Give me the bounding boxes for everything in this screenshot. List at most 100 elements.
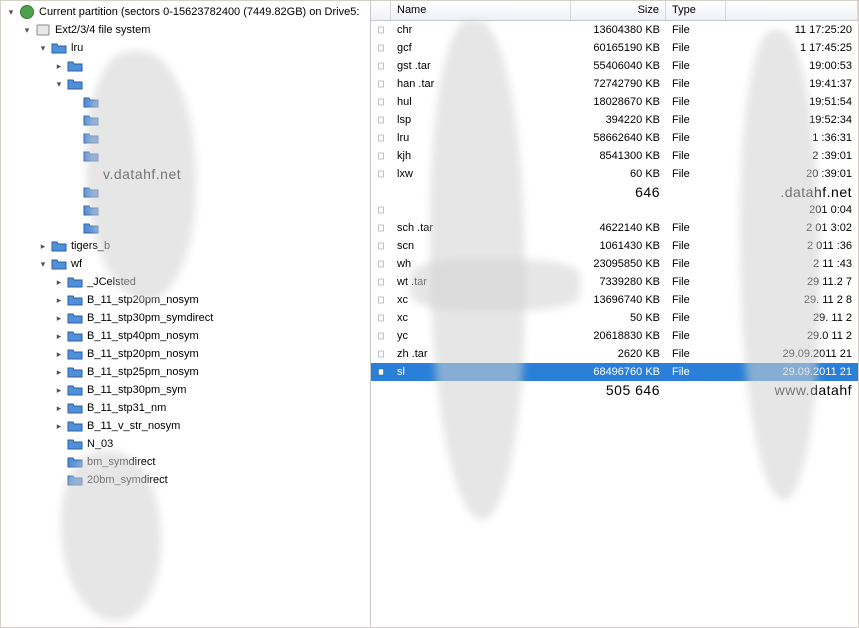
tree-item[interactable]: ▸B_11_stp30pm_sym	[51, 381, 370, 399]
tree-item[interactable]: ▸ B_11_stp30pm_symdirect	[51, 309, 370, 327]
file-size: 4622140 KB	[571, 222, 666, 234]
tree-item[interactable]	[67, 183, 370, 201]
expand-icon[interactable]: ▸	[37, 240, 49, 252]
tree-item[interactable]	[67, 201, 370, 219]
tree-item[interactable]: N_03	[51, 435, 370, 453]
tree-item[interactable]: bm_symdirect	[51, 453, 370, 471]
expand-icon[interactable]: ▸	[53, 402, 65, 414]
file-type: File	[666, 366, 726, 378]
expand-icon[interactable]: ▸	[53, 294, 65, 306]
file-date: 2 011 :36	[726, 240, 858, 252]
file-row[interactable]: gst .tar55406040 KBFile19:00:53	[371, 57, 858, 75]
wf-node[interactable]: ▾wf ▸_JCelsted▸B_11_stp20pm_nosym▸B_11_s…	[35, 255, 370, 489]
file-row[interactable]: sch .tar4622140 KBFile2 01 3:02	[371, 219, 858, 237]
file-row[interactable]: yc20618830 KBFile29.0 11 2	[371, 327, 858, 345]
file-icon	[371, 329, 391, 343]
fs-node[interactable]: ▾ Ext2/3/4 file system ▾	[19, 21, 370, 489]
tree-item[interactable]: ▸ B_11_stp31_nm	[51, 399, 370, 417]
file-row[interactable]: 201 0:04	[371, 201, 858, 219]
file-icon	[371, 293, 391, 307]
root-partition-node[interactable]: ▾ Current partition (sectors 0-156237824…	[3, 3, 370, 489]
file-row[interactable]: lru58662640 KBFile1 :36:31	[371, 129, 858, 147]
expand-icon[interactable]: ▸	[53, 60, 65, 72]
collapse-icon[interactable]: ▾	[21, 24, 33, 36]
file-row[interactable]: chr13604380 KBFile11 17:25:20	[371, 21, 858, 39]
file-name: zh .tar	[391, 348, 571, 360]
file-size: 68496760 KB	[571, 366, 666, 378]
tree-item[interactable]: ▸B_11_stp25pm_nosym	[51, 363, 370, 381]
tree-item[interactable]	[67, 111, 370, 129]
header-size[interactable]: Size	[571, 1, 666, 20]
file-row[interactable]: gcf60165190 KBFile1 17:45:25	[371, 39, 858, 57]
file-date: 2 01 3:02	[726, 222, 858, 234]
file-date: 29. 11 2	[726, 312, 858, 324]
expand-icon[interactable]: ▸	[53, 276, 65, 288]
file-row[interactable]: wt .tar7339280 KBFile29 11.2 7	[371, 273, 858, 291]
file-size: 8541300 KB	[571, 150, 666, 162]
folder-icon	[83, 220, 99, 236]
header-date[interactable]	[726, 1, 858, 20]
file-icon	[371, 131, 391, 145]
file-row[interactable]: 646.datahf.net	[371, 183, 858, 201]
file-row[interactable]: sl68496760 KBFile29.09.2011 21	[371, 363, 858, 381]
tree-item[interactable]: ▸B_11_stp20pm_nosym	[51, 345, 370, 363]
folder-icon	[83, 94, 99, 110]
folder-icon	[67, 346, 83, 362]
file-row[interactable]: zh .tar2620 KBFile29.09.2011 21	[371, 345, 858, 363]
tree-item-label: B_11_stp31_nm	[87, 402, 166, 414]
tig-node[interactable]: ▸tigers_b	[35, 237, 370, 255]
file-row[interactable]: xc13696740 KBFile29. 11 2 8	[371, 291, 858, 309]
folder-icon	[83, 148, 99, 164]
file-row[interactable]: 505 646www.datahf	[371, 381, 858, 399]
lru-node[interactable]: ▾ lru ▸ ▾	[35, 39, 370, 237]
tree-item[interactable]	[67, 219, 370, 237]
expand-icon[interactable]: ▸	[53, 330, 65, 342]
tree-pane[interactable]: ▾ Current partition (sectors 0-156237824…	[1, 1, 371, 627]
tree-item[interactable]: ▸	[51, 57, 370, 75]
file-date: 19:41:37	[726, 78, 858, 90]
expand-icon[interactable]: ▸	[53, 366, 65, 378]
file-type: File	[666, 114, 726, 126]
tree-item[interactable]: ▸B_11_stp20pm_nosym	[51, 291, 370, 309]
tree-item[interactable]: v.datahf.net	[67, 165, 370, 183]
file-row[interactable]: kjh8541300 KBFile2 :39:01	[371, 147, 858, 165]
file-row[interactable]: lsp394220 KBFile19:52:34	[371, 111, 858, 129]
tree-item[interactable]: ▾ v.datahf.net	[51, 75, 370, 237]
tree-item-label: B_11_stp40pm_nosym	[87, 330, 199, 342]
file-size: 13696740 KB	[571, 294, 666, 306]
list-body[interactable]: chr13604380 KBFile11 17:25:20gcf60165190…	[371, 21, 858, 627]
expand-icon[interactable]: ▸	[53, 384, 65, 396]
file-row[interactable]: lxw60 KBFile20 :39:01	[371, 165, 858, 183]
header-type[interactable]: Type	[666, 1, 726, 20]
collapse-icon[interactable]: ▾	[37, 42, 49, 54]
tree-item[interactable]: ▸_JCelsted	[51, 273, 370, 291]
file-type: File	[666, 78, 726, 90]
file-name: han .tar	[391, 78, 571, 90]
header-name[interactable]: Name	[391, 1, 571, 20]
expand-icon[interactable]: ▸	[53, 312, 65, 324]
tree-item[interactable]	[67, 147, 370, 165]
tree-item[interactable]: ▸B_11_v_str_nosym	[51, 417, 370, 435]
tree-item[interactable]: 20bm_symdirect	[51, 471, 370, 489]
list-header[interactable]: Name Size Type	[371, 1, 858, 21]
lru-label: lru	[71, 42, 83, 54]
collapse-icon[interactable]: ▾	[53, 78, 65, 90]
expand-icon[interactable]: ▸	[53, 348, 65, 360]
collapse-icon[interactable]: ▾	[37, 258, 49, 270]
tree-item[interactable]: ▸ B_11_stp40pm_nosym	[51, 327, 370, 345]
tree-item[interactable]	[67, 129, 370, 147]
tree-item[interactable]	[67, 93, 370, 111]
expand-icon[interactable]: ▸	[53, 420, 65, 432]
file-row[interactable]: wh23095850 KBFile2 11 :43	[371, 255, 858, 273]
folder-icon	[83, 130, 99, 146]
folder-icon	[67, 310, 83, 326]
file-date: 19:51:54	[726, 96, 858, 108]
collapse-icon[interactable]: ▾	[5, 6, 17, 18]
folder-icon	[67, 364, 83, 380]
file-row[interactable]: scn1061430 KBFile2 011 :36	[371, 237, 858, 255]
tree-item-label: B_11_stp30pm_symdirect	[87, 312, 213, 324]
file-row[interactable]: han .tar72742790 KBFile19:41:37	[371, 75, 858, 93]
file-name: sl	[391, 366, 571, 378]
file-row[interactable]: hul18028670 KBFile19:51:54	[371, 93, 858, 111]
file-row[interactable]: xc50 KBFile29. 11 2	[371, 309, 858, 327]
